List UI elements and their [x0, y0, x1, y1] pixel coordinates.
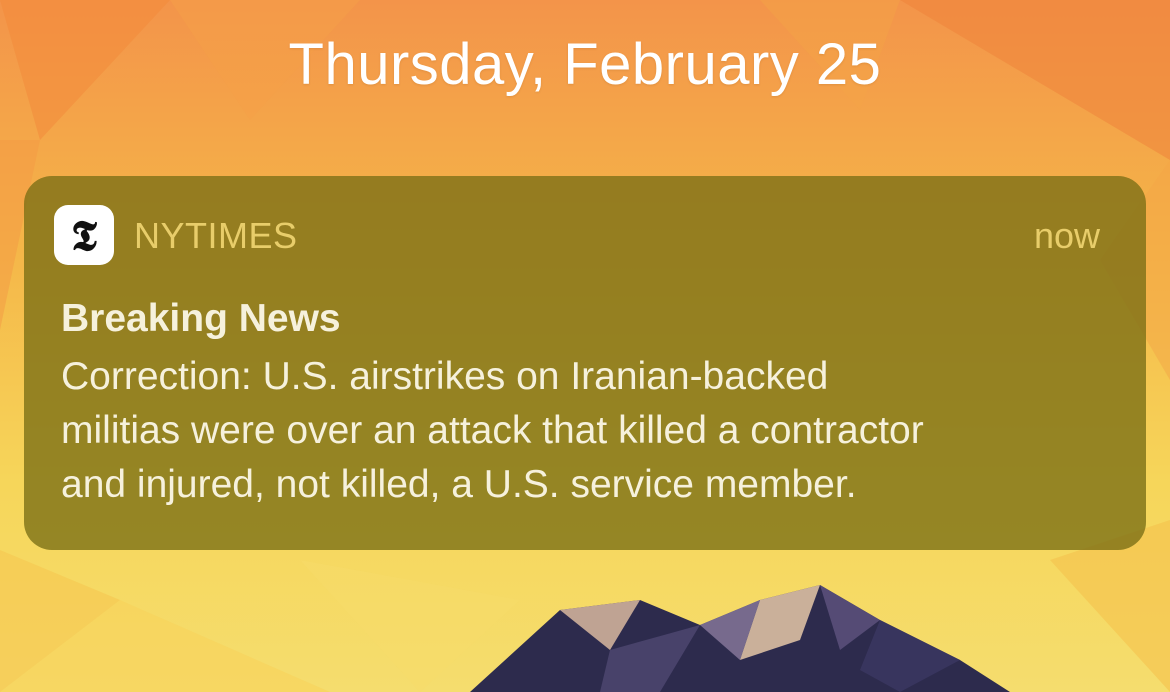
notification-body-line: militias were over an attack that killed…	[61, 409, 924, 452]
notification-card[interactable]: 𝕿 NYTIMES now Breaking News Correction: …	[24, 176, 1146, 550]
notification-timestamp: now	[1033, 215, 1100, 256]
notification-app-name: NYTIMES	[134, 215, 298, 256]
notification-body-line: Correction: U.S. airstrikes on Iranian-b…	[61, 355, 829, 398]
notification-body: Correction: U.S. airstrikes on Iranian-b…	[61, 350, 1121, 512]
notification-title: Breaking News	[61, 297, 341, 340]
notification-body-line: and injured, not killed, a U.S. service …	[61, 463, 857, 506]
nytimes-logo-icon: 𝕿	[54, 205, 114, 265]
lock-screen-date: Thursday, February 25	[288, 32, 882, 97]
